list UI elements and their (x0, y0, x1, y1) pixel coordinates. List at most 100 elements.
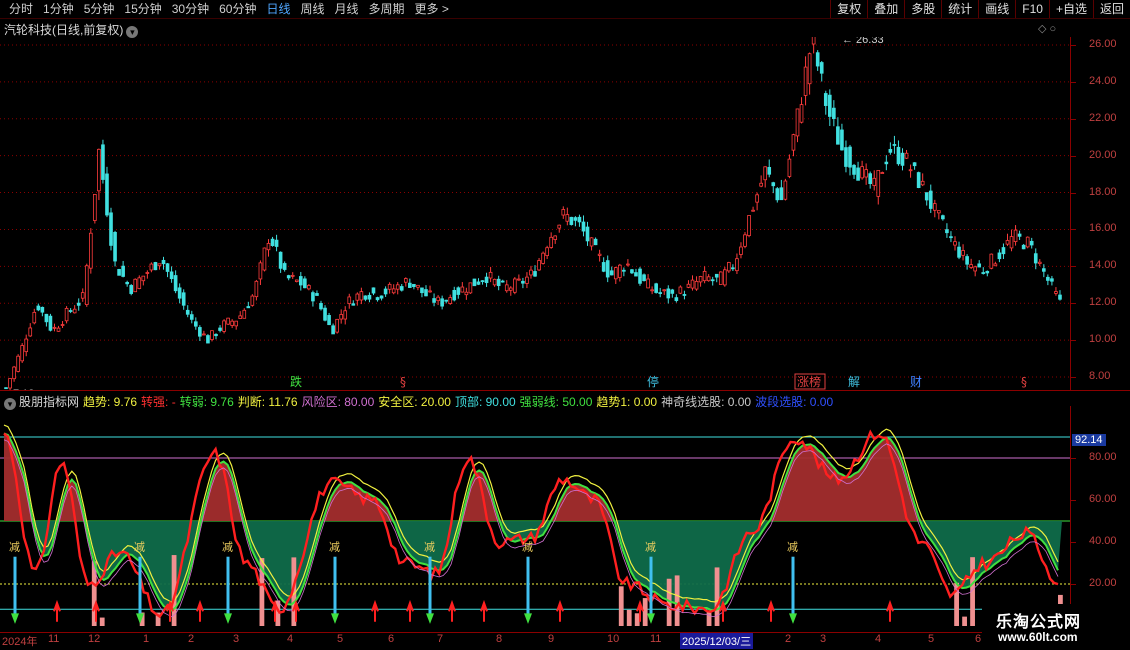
stock-title[interactable]: 汽轮科技(日线,前复权) ▾ (4, 21, 139, 38)
candle (432, 293, 436, 307)
candle (335, 318, 339, 334)
candle (476, 278, 481, 286)
candle (391, 284, 396, 295)
tab-period-8[interactable]: 月线 (330, 2, 364, 17)
candle (682, 290, 687, 300)
candle (525, 272, 529, 289)
candle (698, 275, 703, 287)
event-marker: 跌 (290, 374, 302, 389)
candle (311, 290, 315, 307)
tab-period-0[interactable]: 分时 (4, 2, 38, 17)
candle (941, 214, 945, 221)
tool-button-5[interactable]: F10 (1015, 0, 1049, 18)
candle (286, 274, 291, 281)
candle (658, 287, 663, 298)
candle (230, 319, 234, 329)
chart-options-icons[interactable]: ◇ ○ (1038, 22, 1056, 35)
candle (795, 108, 800, 143)
candle (622, 267, 626, 277)
histogram-bar (618, 586, 624, 626)
price-axis-tick (1071, 118, 1076, 120)
candle (521, 277, 525, 289)
tab-period-9[interactable]: 多周期 (364, 2, 410, 17)
tool-button-7[interactable]: 返回 (1092, 0, 1130, 18)
candle (581, 215, 586, 237)
indicator-axis-label: 40.00 (1089, 535, 1117, 547)
candle (642, 273, 646, 282)
candle (319, 300, 323, 311)
tool-button-4[interactable]: 画线 (978, 0, 1015, 18)
candle (218, 325, 222, 333)
tab-period-10[interactable]: 更多 > (410, 2, 454, 17)
date-axis-label: 6 (388, 633, 395, 645)
candle (807, 52, 812, 95)
candle (565, 207, 570, 226)
event-marker: 财 (910, 375, 922, 389)
indicator-axis-tick (1071, 584, 1076, 585)
panel-divider[interactable] (0, 390, 1130, 391)
candle (347, 293, 352, 309)
indicator-chart[interactable]: 减减减减减减减减 (0, 406, 1070, 631)
price-axis-label: 12.00 (1089, 296, 1117, 309)
tool-button-1[interactable]: 叠加 (867, 0, 904, 18)
candle (1025, 236, 1030, 249)
date-axis-label: 5 (928, 633, 935, 645)
candle (424, 285, 428, 297)
candle (117, 268, 121, 276)
candle (694, 276, 699, 291)
candle (775, 187, 780, 203)
candle (339, 309, 344, 324)
tool-button-6[interactable]: +自选 (1048, 0, 1093, 18)
tab-period-2[interactable]: 5分钟 (79, 2, 120, 17)
candle (416, 284, 420, 291)
candle (76, 298, 81, 311)
candle (198, 325, 202, 341)
tab-period-7[interactable]: 周线 (295, 2, 329, 17)
price-chart[interactable]: ← 26.33←7.13跌§停涨榜解财§ (0, 37, 1070, 390)
date-axis-label: 11 (650, 633, 662, 645)
candle (965, 254, 969, 270)
candle (125, 280, 129, 287)
candle (513, 277, 517, 295)
candle (690, 275, 695, 291)
candle (727, 261, 731, 273)
tab-period-5[interactable]: 60分钟 (214, 2, 261, 17)
candle (173, 270, 178, 294)
candle (68, 308, 73, 314)
candle (56, 325, 61, 332)
candle (573, 216, 578, 227)
price-axis-label: 22.00 (1089, 111, 1117, 124)
candle (743, 232, 747, 249)
tool-button-3[interactable]: 统计 (941, 0, 978, 18)
candle (533, 265, 537, 277)
candle (109, 207, 113, 251)
date-axis-label: 3 (820, 633, 827, 645)
right-tools: 复权 叠加 多股 统计 画线 F10 +自选 返回 (830, 0, 1130, 18)
tab-period-3[interactable]: 15分钟 (119, 2, 166, 17)
candle (884, 155, 889, 171)
candle (1021, 243, 1026, 250)
candle (504, 280, 509, 293)
candle (165, 262, 170, 278)
candle (363, 295, 368, 302)
histogram-bar (99, 617, 105, 626)
date-axis-label: 10 (607, 633, 620, 645)
candle (618, 263, 622, 282)
candle (24, 334, 29, 357)
candle (827, 89, 832, 126)
price-axis-tick (1071, 81, 1076, 83)
candle (1046, 274, 1050, 286)
tool-button-2[interactable]: 多股 (904, 0, 941, 18)
tab-period-1[interactable]: 1分钟 (38, 2, 79, 17)
candle (892, 135, 897, 154)
price-axis-label: 14.00 (1089, 259, 1117, 272)
candle (844, 140, 848, 173)
candle (214, 333, 218, 340)
date-axis: 2024年 11 12 1 2 3 4 5 6 7 8 9 10 11 2025/12/03/三 2 3 4 5 6 (0, 632, 1070, 650)
tool-button-0[interactable]: 复权 (830, 0, 867, 18)
candle (323, 305, 327, 322)
tab-period-4[interactable]: 30分钟 (167, 2, 214, 17)
price-axis-tick (1071, 266, 1076, 268)
dec-label: 减 (522, 540, 533, 553)
tab-period-6[interactable]: 日线 (261, 2, 295, 17)
